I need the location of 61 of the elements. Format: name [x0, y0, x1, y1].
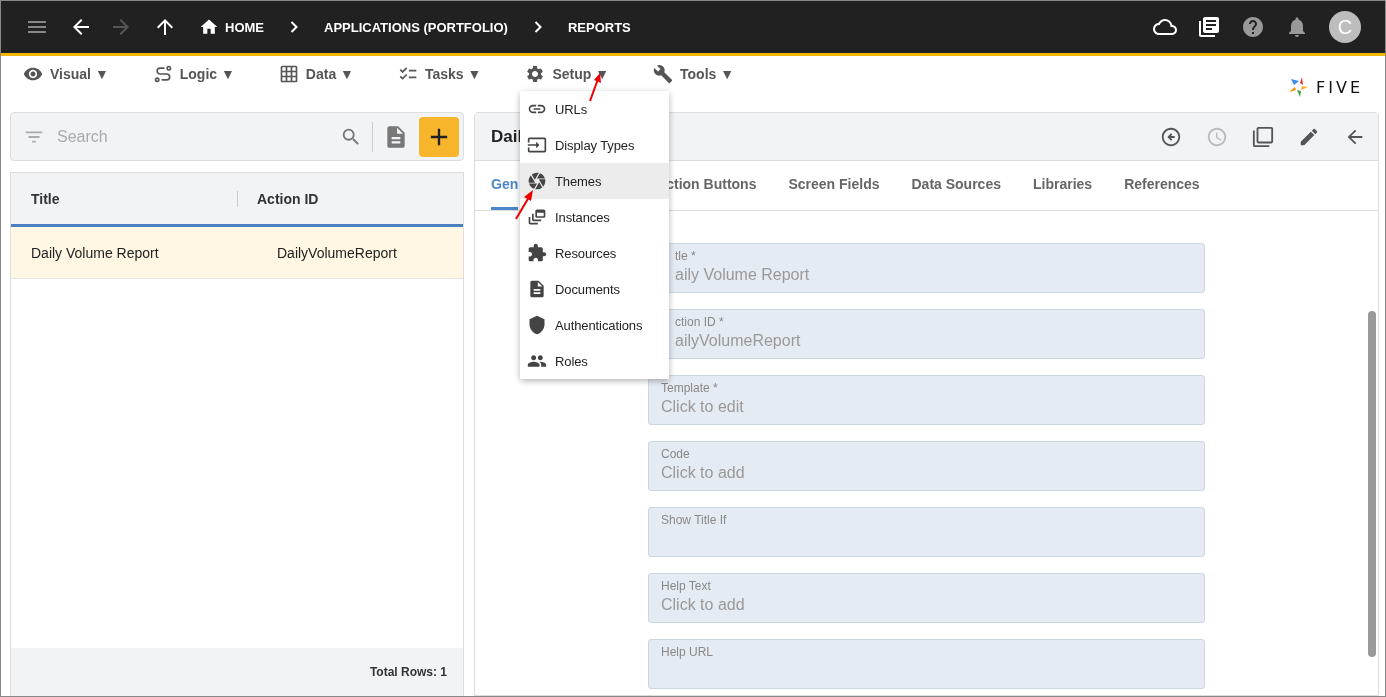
- tab[interactable]: Screen Fields: [788, 161, 880, 210]
- table-cell-text: Daily Volume Report: [30, 244, 160, 261]
- field-value: ailyVolumeReport: [675, 332, 802, 350]
- chevron-icon: [290, 21, 298, 33]
- field-label: tle *: [675, 249, 697, 263]
- route-icon: [152, 64, 173, 84]
- tab[interactable]: References: [1124, 161, 1200, 210]
- field-label: Show Title If: [661, 513, 728, 527]
- arrow-annotation: [513, 189, 535, 221]
- help-icon[interactable]: [1241, 15, 1265, 39]
- menu-item[interactable]: Tasks ▼: [397, 64, 482, 84]
- total-rows: Total Rows: 1: [369, 665, 447, 679]
- add-button[interactable]: [419, 116, 459, 157]
- field-label: Code: [661, 447, 691, 461]
- puzzle-icon: [527, 243, 547, 263]
- gear-icon: [525, 64, 546, 84]
- shield-icon: [527, 315, 547, 335]
- table-row[interactable]: Daily Volume Report DailyVolumeReport: [11, 227, 463, 279]
- search-field[interactable]: Search: [55, 126, 330, 147]
- dropdown-item[interactable]: Resources: [520, 235, 669, 271]
- dropdown-item[interactable]: Themes: [520, 163, 669, 199]
- dropdown-item[interactable]: Documents: [520, 271, 669, 307]
- scrollbar[interactable]: [1368, 311, 1376, 657]
- copy-icon[interactable]: [1252, 125, 1274, 148]
- chevron-icon: [533, 21, 542, 33]
- wrench-icon: [653, 64, 673, 84]
- field-value: aily Volume Report: [675, 266, 811, 284]
- dropdown-item[interactable]: Roles: [520, 343, 669, 379]
- field-label: Template *: [661, 381, 719, 395]
- stack-icon: [527, 207, 547, 227]
- dropdown-item[interactable]: Display Types: [520, 127, 669, 163]
- tab[interactable]: Data Sources: [911, 161, 1001, 210]
- breadcrumb-link[interactable]: HOME: [225, 19, 264, 35]
- star-logo-icon: [1288, 76, 1310, 98]
- menu-item[interactable]: Setup ▼: [525, 64, 609, 84]
- menu-item[interactable]: Visual ▼: [23, 64, 109, 84]
- document-icon: [527, 279, 547, 299]
- field-label: ction ID *: [675, 315, 725, 329]
- field-label: Help Text: [661, 579, 712, 593]
- grid-icon: [278, 64, 299, 84]
- dropdown-item[interactable]: URLs: [520, 91, 669, 127]
- menu-item[interactable]: Tools ▼: [653, 64, 735, 84]
- home-icon[interactable]: [199, 17, 219, 37]
- dropdown-item[interactable]: Instances: [520, 199, 669, 235]
- field-placeholder: Click to add: [661, 596, 746, 614]
- tab[interactable]: Libraries: [1033, 161, 1093, 210]
- breadcrumb-link[interactable]: REPORTS: [567, 19, 631, 35]
- field-placeholder: Click to edit: [661, 398, 745, 416]
- input-icon: [527, 135, 547, 155]
- menu-item[interactable]: Data ▼: [278, 64, 354, 84]
- column-header: Action ID: [237, 190, 463, 207]
- breadcrumb-link[interactable]: APPLICATIONS (PORTFOLIO): [324, 19, 508, 35]
- field-placeholder: Click to add: [661, 464, 746, 482]
- column-header: Title: [30, 190, 61, 207]
- menu-item[interactable]: Logic ▼: [152, 64, 235, 84]
- aperture-icon: [527, 171, 547, 191]
- field-label: Help URL: [661, 645, 715, 659]
- dropdown-item[interactable]: Authentications: [520, 307, 669, 343]
- five-logo: FIVE: [1288, 76, 1363, 98]
- table-cell-text: DailyVolumeReport: [276, 244, 398, 261]
- books-icon[interactable]: [1197, 15, 1221, 39]
